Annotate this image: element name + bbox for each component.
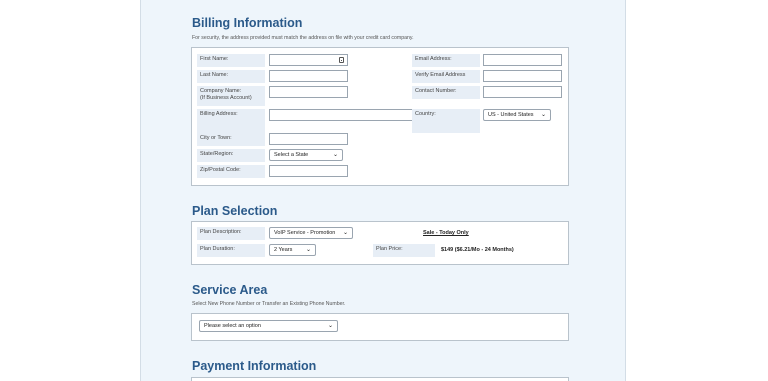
first-name-input[interactable] [269,54,348,66]
email-input[interactable] [483,54,562,66]
country-select[interactable]: US - United States ⌄ [483,109,551,121]
zip-input[interactable] [269,165,348,177]
plan-box: Plan Description: VoIP Service - Promoti… [191,221,569,265]
company-name-input[interactable] [269,86,348,98]
plan-duration-label: Plan Duration: [197,244,265,257]
billing-box: First Name: Last Name: Company Name: (If… [191,47,569,186]
country-label: Country: [412,109,480,133]
state-select[interactable]: Select a State ⌄ [269,149,343,161]
plan-duration-select[interactable]: 2 Years ⌄ [269,244,316,256]
chevron-down-icon: ⌄ [540,112,546,118]
password-key-icon [339,57,344,63]
plan-description-label: Plan Description: [197,227,265,240]
plan-title: Plan Selection [192,204,278,218]
plan-description-value: VoIP Service - Promotion [274,230,336,236]
service-note: Select New Phone Number or Transfer an E… [192,301,346,307]
verify-email-input[interactable] [483,70,562,82]
billing-title: Billing Information [192,16,303,30]
plan-description-select[interactable]: VoIP Service - Promotion ⌄ [269,227,353,239]
payment-box [191,377,569,381]
payment-title: Payment Information [192,359,317,373]
plan-price-label: Plan Price: [373,244,435,257]
chevron-down-icon: ⌄ [327,323,333,329]
email-label: Email Address: [412,54,480,67]
company-name-label: Company Name: (If Business Account) [197,86,265,106]
last-name-input[interactable] [269,70,348,82]
chevron-down-icon: ⌄ [305,247,311,253]
country-select-value: US - United States [488,112,534,118]
service-title: Service Area [192,283,268,297]
state-label: State/Region: [197,149,265,162]
city-label: City or Town: [197,133,265,146]
billing-address-input[interactable] [269,109,413,121]
sale-text: Sale - Today Only [423,230,469,236]
last-name-label: Last Name: [197,70,265,83]
service-option-select[interactable]: Please select an option ⌄ [199,320,338,332]
verify-email-label: Verify Email Address [412,70,480,83]
first-name-label: First Name: [197,54,265,67]
form-panel: Billing Information For security, the ad… [140,0,626,381]
chevron-down-icon: ⌄ [332,152,338,158]
chevron-down-icon: ⌄ [342,230,348,236]
contact-number-input[interactable] [483,86,562,98]
service-box: Please select an option ⌄ [191,313,569,341]
plan-price-value: $149 ($6.21/Mo - 24 Months) [441,247,514,253]
company-name-text: Company Name: [200,88,242,94]
state-select-value: Select a State [274,152,309,158]
city-input[interactable] [269,133,348,145]
billing-note: For security, the address provided must … [192,35,414,41]
zip-label: Zip/Postal Code: [197,165,265,178]
company-name-subtext: (If Business Account) [200,95,252,101]
contact-number-label: Contact Number: [412,86,480,99]
service-option-value: Please select an option [204,323,261,329]
plan-duration-value: 2 Years [274,247,293,253]
